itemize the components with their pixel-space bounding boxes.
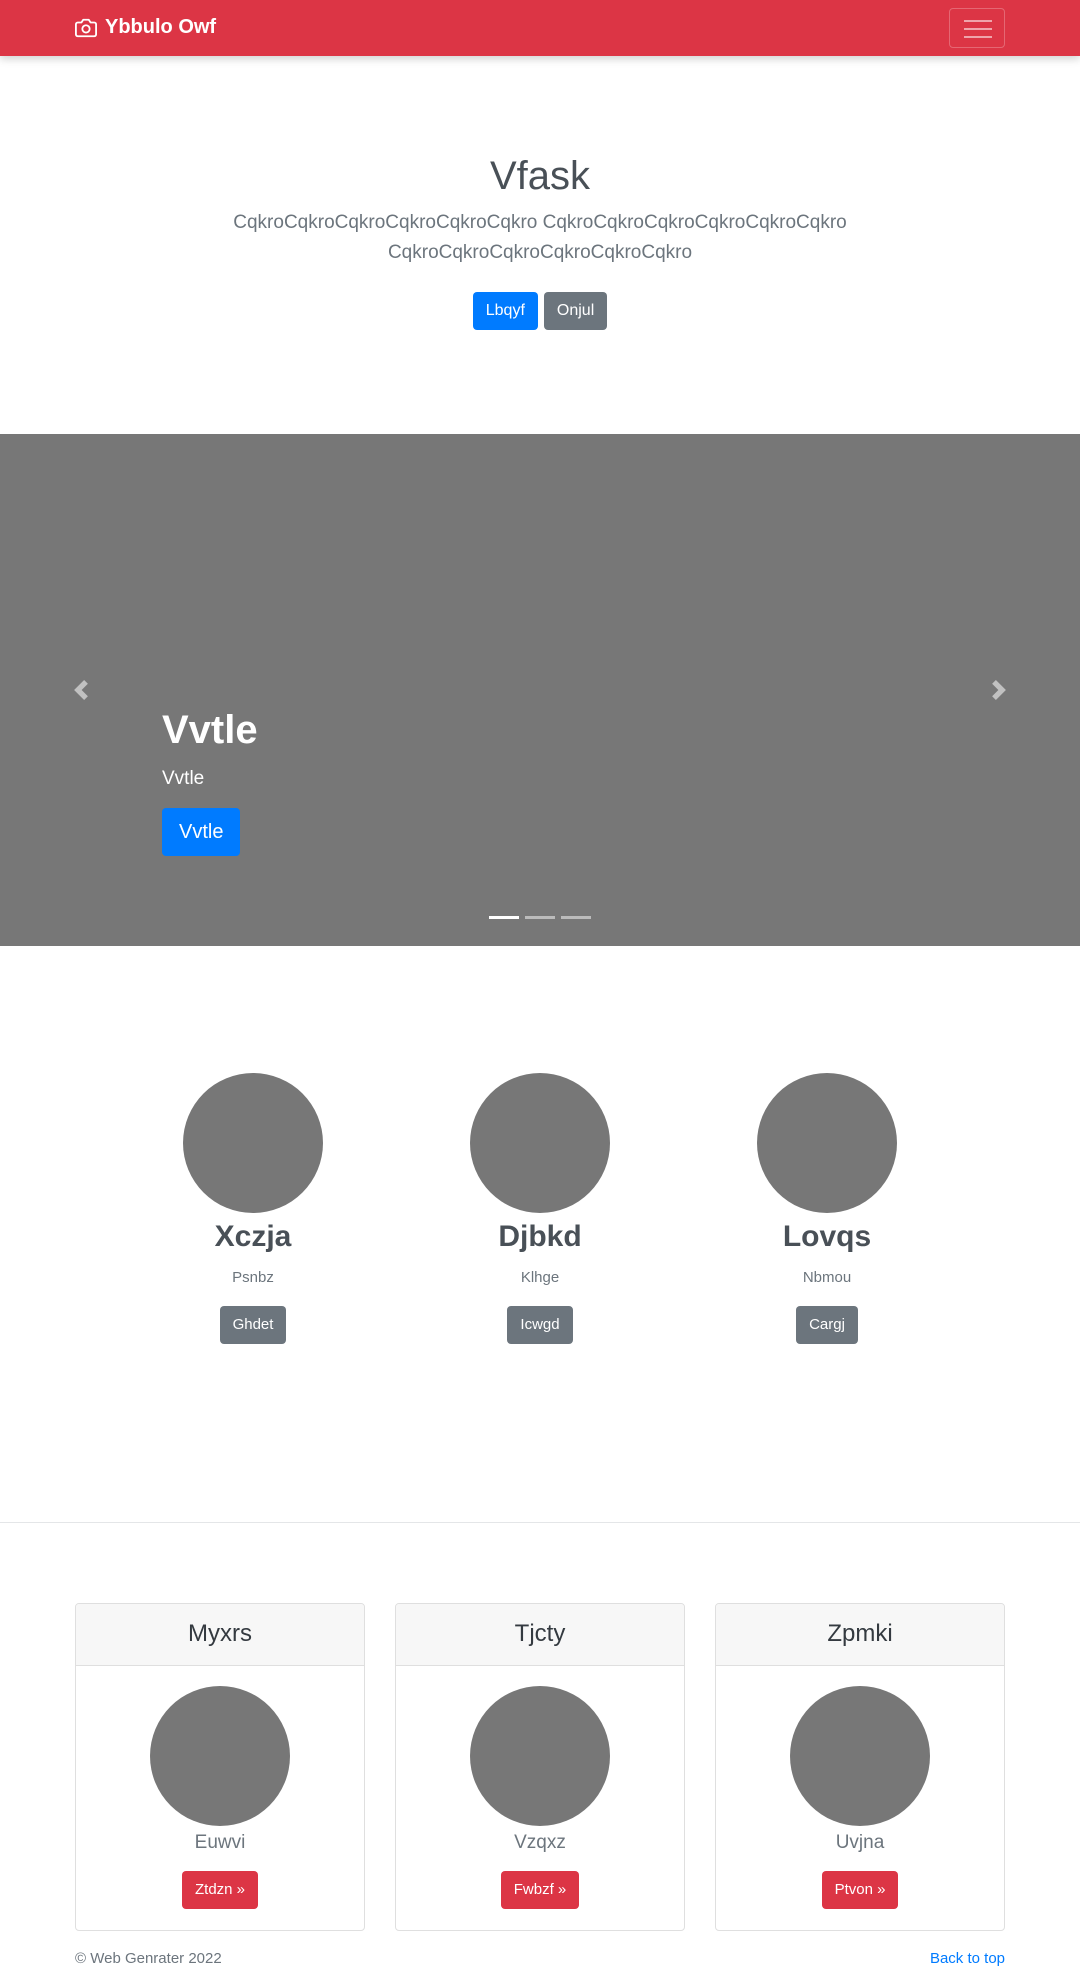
card-footer: Ptvon »	[716, 1871, 1004, 1909]
placeholder-circle-image	[470, 1073, 610, 1213]
footer-copyright: © Web Genrater 2022	[75, 1950, 222, 1967]
hero-section: Vfask CqkroCqkroCqkroCqkroCqkroCqkro Cqk…	[0, 56, 1080, 434]
card-header: Myxrs	[76, 1604, 364, 1666]
card: Myxrs Euwvi Ztdzn »	[75, 1603, 365, 1931]
card-text: Vzqxz	[514, 1832, 566, 1853]
card-header: Zpmki	[716, 1604, 1004, 1666]
placeholder-circle-image	[757, 1073, 897, 1213]
marketing-button[interactable]: Ghdet	[219, 1306, 287, 1344]
carousel-indicator-2[interactable]	[525, 916, 555, 919]
hero-title: Vfask	[489, 154, 591, 198]
placeholder-circle-image	[183, 1073, 323, 1213]
carousel-prev-button[interactable]	[0, 434, 162, 946]
marketing-heading: Djbkd	[498, 1220, 582, 1253]
brand-name: Ybbulo Owf	[105, 16, 217, 38]
marketing-text: Nbmou	[802, 1269, 852, 1286]
marketing-column: Djbkd Klhge Icwgd	[390, 1073, 690, 1344]
navbar-toggler-button[interactable]	[949, 8, 1005, 48]
placeholder-circle-image	[470, 1686, 610, 1826]
marketing-text: Klhge	[520, 1269, 560, 1286]
card-button[interactable]: Ztdzn »	[181, 1871, 259, 1909]
card-button[interactable]: Ptvon »	[821, 1871, 899, 1909]
card-button[interactable]: Fwbzf »	[500, 1871, 580, 1909]
hero-lead-line-1: CqkroCqkroCqkroCqkroCqkroCqkro CqkroCqkr…	[233, 212, 847, 233]
hero-secondary-button[interactable]: Onjul	[543, 292, 608, 330]
section-divider	[0, 1522, 1080, 1523]
carousel: Vvtle Vvtle Vvtle	[0, 434, 1080, 946]
card-footer: Ztdzn »	[76, 1871, 364, 1909]
carousel-slide-text: Vvtle	[162, 768, 205, 789]
card-footer: Fwbzf »	[396, 1871, 684, 1909]
carousel-indicator-1[interactable]	[489, 916, 519, 919]
card: Tjcty Vzqxz Fwbzf »	[395, 1603, 685, 1931]
carousel-indicators	[0, 916, 1080, 919]
hero-primary-button[interactable]: Lbqyf	[472, 292, 538, 330]
carousel-caption: Vvtle Vvtle Vvtle	[162, 706, 258, 856]
card-header: Tjcty	[396, 1604, 684, 1666]
carousel-indicator-3[interactable]	[561, 916, 591, 919]
hero-lead: CqkroCqkroCqkroCqkroCqkroCqkro CqkroCqkr…	[220, 208, 860, 268]
carousel-slide-button[interactable]: Vvtle	[162, 808, 241, 856]
marketing-heading: Xczja	[214, 1220, 292, 1253]
hero-lead-line-2: CqkroCqkroCqkroCqkroCqkroCqkro	[387, 242, 693, 263]
marketing-section: Xczja Psnbz Ghdet Djbkd Klhge Icwgd Lovq…	[0, 946, 1080, 1523]
carousel-slide-title: Vvtle	[162, 708, 258, 752]
placeholder-circle-image	[150, 1686, 290, 1826]
chevron-left-icon	[74, 680, 88, 700]
back-to-top-link[interactable]: Back to top	[930, 1950, 1005, 1967]
navbar: Ybbulo Owf	[0, 0, 1080, 56]
marketing-button[interactable]: Cargj	[796, 1306, 858, 1344]
hamburger-icon	[964, 20, 992, 38]
hero-buttons: Lbqyf Onjul	[0, 292, 1080, 330]
camera-icon	[75, 18, 97, 37]
marketing-heading: Lovqs	[782, 1220, 872, 1253]
card-text: Uvjna	[835, 1832, 885, 1853]
card-text: Euwvi	[194, 1832, 246, 1853]
carousel-next-button[interactable]	[918, 434, 1080, 946]
chevron-right-icon	[992, 680, 1006, 700]
card: Zpmki Uvjna Ptvon »	[715, 1603, 1005, 1931]
placeholder-circle-image	[790, 1686, 930, 1826]
marketing-text: Psnbz	[232, 1269, 274, 1286]
marketing-column: Lovqs Nbmou Cargj	[677, 1073, 977, 1344]
marketing-button[interactable]: Icwgd	[507, 1306, 573, 1344]
marketing-column: Xczja Psnbz Ghdet	[103, 1073, 403, 1344]
brand-link[interactable]: Ybbulo Owf	[75, 16, 216, 39]
